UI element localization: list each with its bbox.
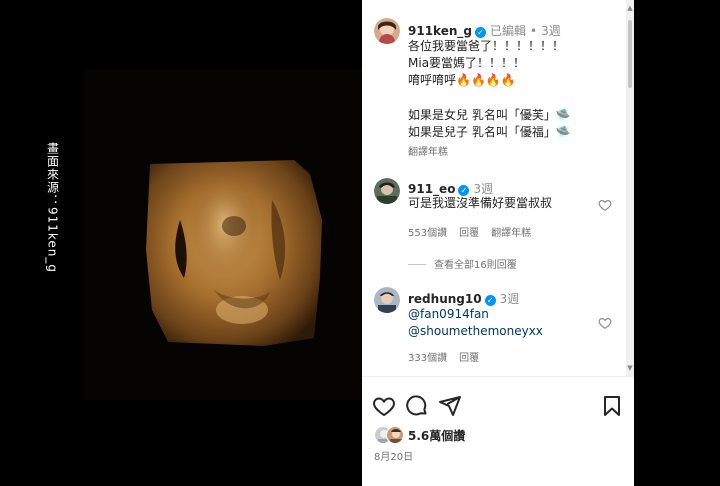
comment-header: 911_eo ✓ 3週 <box>408 178 493 196</box>
comment-likes[interactable]: 553個讚 <box>408 228 447 239</box>
small-heart-icon[interactable] <box>598 198 612 212</box>
action-bar <box>362 394 634 420</box>
author-username[interactable]: 911ken_g <box>408 24 472 38</box>
commenter-avatar[interactable] <box>374 178 400 204</box>
likes-count[interactable]: 5.6萬個讚 <box>408 427 465 444</box>
bookmark-icon[interactable] <box>600 394 624 418</box>
video-player[interactable] <box>84 70 362 400</box>
caption-line: 唷呼唷呼🔥🔥🔥🔥 <box>408 73 516 87</box>
scroll-thumb[interactable] <box>628 20 632 88</box>
comment-username[interactable]: redhung10 <box>408 292 482 306</box>
caption-line: 如果是女兒 乳名叫「優芙」🛸 <box>408 108 571 122</box>
post-header: 911ken_g ✓ 已編輯 • 3週 <box>408 20 618 38</box>
caption-line: 如果是兒子 乳名叫「優福」🛸 <box>408 125 571 139</box>
comment-meta: 333個讚 回覆 <box>408 349 491 364</box>
comment-likes[interactable]: 333個讚 <box>408 353 447 364</box>
scroll-up-arrow-icon[interactable]: ▲ <box>626 4 634 12</box>
divider <box>362 376 634 377</box>
comment-text: 可是我還沒準備好要當叔叔 <box>408 196 553 210</box>
mention-link[interactable]: @shoumethemoneyxx <box>408 322 543 340</box>
edited-label: 已編輯 <box>489 24 526 38</box>
liker-avatar <box>386 426 404 444</box>
commenter-avatar[interactable] <box>374 287 400 313</box>
small-heart-icon[interactable] <box>598 316 612 330</box>
translate-link[interactable]: 翻譯年糕 <box>408 143 448 158</box>
reply-button[interactable]: 回覆 <box>459 353 479 364</box>
mention-link[interactable]: @fan0914fan <box>408 305 489 323</box>
share-icon[interactable] <box>438 394 462 418</box>
caption-line: Mia要當媽了！！！！ <box>408 56 526 70</box>
post-date[interactable]: 8月20日 <box>374 448 413 463</box>
post-panel: 911ken_g ✓ 已編輯 • 3週 各位我要當爸了！！！！！！ Mia要當媽了！！！… <box>362 0 634 486</box>
comment-icon[interactable] <box>405 394 429 418</box>
comment-meta: 553個讚 回覆 翻譯年糕 <box>408 224 543 239</box>
ultrasound-image <box>146 160 322 346</box>
comments-scrollbar[interactable]: ▲ ▼ <box>626 0 634 376</box>
comment-header: redhung10 ✓ 3週 <box>408 288 520 306</box>
video-panel: 畫面來源：911ken_g <box>0 0 362 486</box>
heart-icon[interactable] <box>372 394 396 418</box>
separator-dot: • <box>530 24 538 38</box>
source-caption: 畫面來源：911ken_g <box>45 142 60 274</box>
verified-icon: ✓ <box>474 27 486 38</box>
view-replies-button[interactable]: 查看全部16則回覆 <box>408 256 517 271</box>
comments-section[interactable]: 911ken_g ✓ 已編輯 • 3週 各位我要當爸了！！！！！！ Mia要當媽了！！！… <box>362 0 626 376</box>
scroll-down-arrow-icon[interactable]: ▼ <box>626 364 634 372</box>
reply-button[interactable]: 回覆 <box>459 228 479 239</box>
comment-time: 3週 <box>499 292 520 306</box>
liker-avatars <box>374 426 408 444</box>
translate-link[interactable]: 翻譯年糕 <box>491 228 531 239</box>
author-avatar[interactable] <box>374 18 400 44</box>
post-time: 3週 <box>541 24 561 38</box>
caption-line: 各位我要當爸了！！！！！！ <box>408 39 565 53</box>
right-background <box>634 0 720 486</box>
post-caption: 各位我要當爸了！！！！！！ Mia要當媽了！！！！ 唷呼唷呼🔥🔥🔥🔥 如果是女兒… <box>408 38 618 141</box>
view-replies-label: 查看全部16則回覆 <box>434 260 517 271</box>
